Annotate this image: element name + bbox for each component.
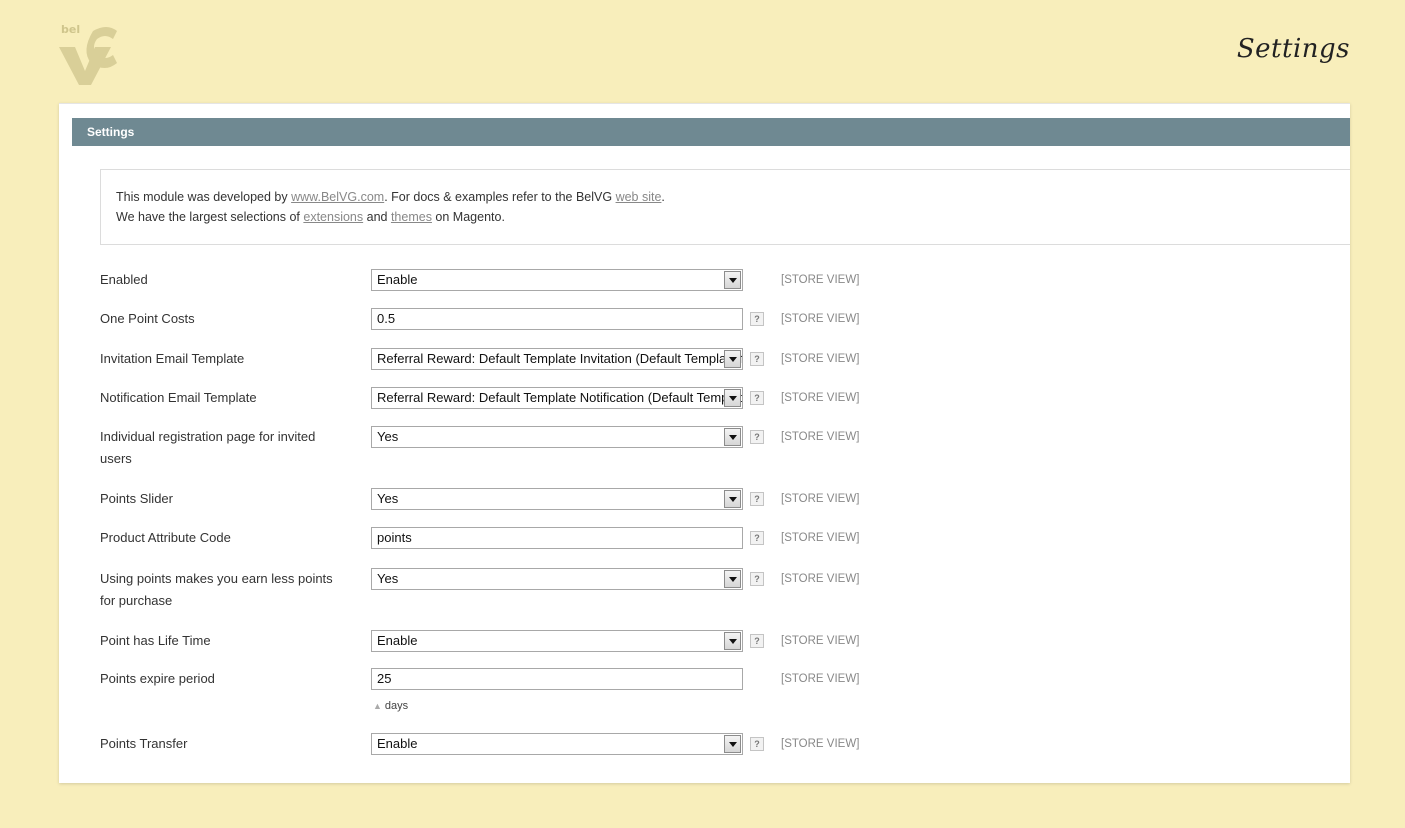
field-label: Notification Email Template xyxy=(100,390,257,405)
scope-label: [STORE VIEW] xyxy=(781,738,860,750)
scope-label: [STORE VIEW] xyxy=(781,532,860,544)
scope-label: [STORE VIEW] xyxy=(781,635,860,647)
scope-label: [STORE VIEW] xyxy=(781,392,860,404)
individual-registration-select[interactable]: Yes xyxy=(371,426,743,448)
info-text: . For docs & examples refer to the BelVG xyxy=(384,190,616,204)
extensions-link[interactable]: extensions xyxy=(303,210,363,224)
info-text: . xyxy=(661,190,665,204)
notification-template-select[interactable]: Referral Reward: Default Template Notifi… xyxy=(371,387,743,409)
select-value: Yes xyxy=(377,571,399,586)
field-label: Points expire period xyxy=(100,671,215,686)
chevron-down-icon[interactable] xyxy=(724,389,741,407)
scope-label: [STORE VIEW] xyxy=(781,673,860,685)
field-label: Invitation Email Template xyxy=(100,351,245,366)
note-text: days xyxy=(384,700,409,712)
field-label: Using points makes you earn less points … xyxy=(100,571,333,608)
belvg-logo: bel xyxy=(57,21,119,85)
help-icon[interactable]: ? xyxy=(750,572,764,586)
scope-label: [STORE VIEW] xyxy=(781,573,860,585)
select-value: Enable xyxy=(377,272,418,287)
help-icon[interactable]: ? xyxy=(750,430,764,444)
help-icon[interactable]: ? xyxy=(750,391,764,405)
info-text: on Magento. xyxy=(431,210,505,224)
chevron-down-icon[interactable] xyxy=(724,570,741,588)
select-value: Enable xyxy=(377,736,418,751)
themes-link[interactable]: themes xyxy=(391,210,432,224)
chevron-down-icon[interactable] xyxy=(724,428,741,446)
help-icon[interactable]: ? xyxy=(750,737,764,751)
scope-label: [STORE VIEW] xyxy=(781,493,860,505)
help-icon[interactable]: ? xyxy=(750,634,764,648)
info-text: and xyxy=(363,210,391,224)
info-text: This module was developed by xyxy=(116,190,292,204)
points-transfer-select[interactable]: Enable xyxy=(371,733,743,755)
select-value: Yes xyxy=(377,429,399,444)
chevron-down-icon[interactable] xyxy=(724,735,741,753)
info-line-2: We have the largest selections of extens… xyxy=(116,207,1350,227)
triangle-up-icon: ▲ xyxy=(373,701,382,711)
chevron-down-icon[interactable] xyxy=(724,350,741,368)
point-life-time-select[interactable]: Enable xyxy=(371,630,743,652)
field-label: Points Transfer xyxy=(100,736,188,751)
logo-text: bel xyxy=(61,23,80,36)
help-icon[interactable]: ? xyxy=(750,531,764,545)
field-label: One Point Costs xyxy=(100,311,195,326)
help-icon[interactable]: ? xyxy=(750,352,764,366)
select-value: Enable xyxy=(377,633,418,648)
points-slider-select[interactable]: Yes xyxy=(371,488,743,510)
page-heading: Settings xyxy=(1236,34,1350,64)
select-value: Yes xyxy=(377,491,399,506)
info-line-1: This module was developed by www.BelVG.c… xyxy=(116,187,1350,207)
scope-label: [STORE VIEW] xyxy=(781,353,860,365)
field-label: Point has Life Time xyxy=(100,633,211,648)
section-header[interactable]: Settings xyxy=(72,118,1350,146)
settings-panel: Settings This module was developed by ww… xyxy=(59,103,1350,783)
scope-label: [STORE VIEW] xyxy=(781,431,860,443)
field-label: Points Slider xyxy=(100,491,173,506)
chevron-down-icon[interactable] xyxy=(724,632,741,650)
product-attribute-code-input[interactable]: points xyxy=(371,527,743,549)
chevron-down-icon[interactable] xyxy=(724,271,741,289)
web-site-link[interactable]: web site xyxy=(616,190,662,204)
using-points-select[interactable]: Yes xyxy=(371,568,743,590)
scope-label: [STORE VIEW] xyxy=(781,274,860,286)
belvg-link[interactable]: www.BelVG.com xyxy=(291,190,384,204)
invitation-template-select[interactable]: Referral Reward: Default Template Invita… xyxy=(371,348,743,370)
help-icon[interactable]: ? xyxy=(750,312,764,326)
field-label: Product Attribute Code xyxy=(100,530,231,545)
enabled-select[interactable]: Enable xyxy=(371,269,743,291)
points-expire-period-input[interactable]: 25 xyxy=(371,668,743,690)
select-value: Referral Reward: Default Template Invita… xyxy=(377,351,742,366)
help-icon[interactable]: ? xyxy=(750,492,764,506)
select-value: Referral Reward: Default Template Notifi… xyxy=(377,390,742,405)
chevron-down-icon[interactable] xyxy=(724,490,741,508)
field-label: Enabled xyxy=(100,272,148,287)
info-text: We have the largest selections of xyxy=(116,210,304,224)
info-box: This module was developed by www.BelVG.c… xyxy=(100,169,1350,245)
field-label: Individual registration page for invited… xyxy=(100,429,316,466)
scope-label: [STORE VIEW] xyxy=(781,313,860,325)
field-note: ▲ days xyxy=(373,700,408,712)
one-point-costs-input[interactable]: 0.5 xyxy=(371,308,743,330)
